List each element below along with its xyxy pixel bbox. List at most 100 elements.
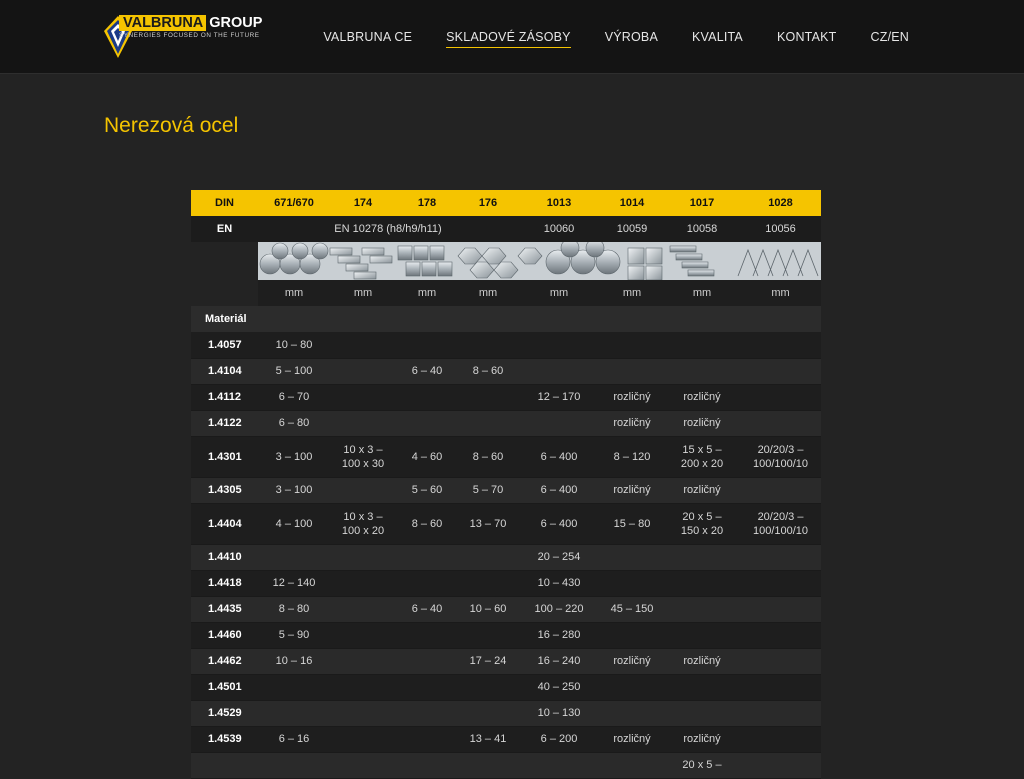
en-value: 10058 bbox=[664, 216, 740, 242]
en-value: 10056 bbox=[740, 216, 821, 242]
table-cell: rozličný bbox=[664, 477, 740, 504]
nav-item-valbruna-ce[interactable]: VALBRUNA CE bbox=[323, 30, 412, 48]
table-cell bbox=[258, 544, 330, 571]
table-cell bbox=[458, 700, 518, 727]
table-cell bbox=[396, 700, 458, 727]
stock-table: DIN 671/670 174 178 176 1013 1014 1017 1028 EN … bbox=[191, 190, 821, 779]
table-cell: 10 – 130 bbox=[518, 700, 600, 727]
din-column-header: 671/670 bbox=[258, 190, 330, 216]
table-cell bbox=[458, 384, 518, 411]
table-cell: 13 – 41 bbox=[458, 726, 518, 753]
material-grade: 1.4501 bbox=[191, 674, 258, 701]
table-cell: 20/20/3 – 100/100/10 bbox=[740, 503, 821, 545]
table-cell bbox=[330, 570, 396, 597]
table-cell bbox=[330, 674, 396, 701]
en-label: EN bbox=[191, 216, 258, 242]
material-grade bbox=[191, 752, 258, 779]
table-cell: 6 – 400 bbox=[518, 503, 600, 545]
nav-item-cz-en[interactable]: CZ/EN bbox=[871, 30, 910, 48]
nav-item-kvalita[interactable]: KVALITA bbox=[692, 30, 743, 48]
table-cell: rozličný bbox=[664, 410, 740, 437]
table-cell bbox=[600, 752, 664, 779]
din-column-header: 1017 bbox=[664, 190, 740, 216]
valbruna-logo[interactable]: VALBRUNA GROUP SYNERGIES FOCUSED ON THE F… bbox=[103, 14, 273, 60]
table-cell bbox=[664, 622, 740, 649]
din-column-header: 174 bbox=[330, 190, 396, 216]
table-cell bbox=[396, 674, 458, 701]
table-cell: 20/20/3 – 100/100/10 bbox=[740, 436, 821, 478]
unit-cell: mm bbox=[600, 280, 664, 306]
din-column-header: 1013 bbox=[518, 190, 600, 216]
table-cell: 6 – 40 bbox=[396, 358, 458, 385]
table-cell: 3 – 100 bbox=[258, 477, 330, 504]
table-cell bbox=[740, 410, 821, 437]
table-cell bbox=[396, 726, 458, 753]
table-cell bbox=[330, 410, 396, 437]
table-cell bbox=[458, 332, 518, 359]
table-cell: 12 – 170 bbox=[518, 384, 600, 411]
table-cell bbox=[600, 622, 664, 649]
table-cell bbox=[396, 332, 458, 359]
table-row: 1.4057 10 – 80 bbox=[191, 332, 821, 359]
table-cell bbox=[600, 674, 664, 701]
nav-item-skladov-z-soby[interactable]: SKLADOVÉ ZÁSOBY bbox=[446, 30, 571, 48]
unit-cell: mm bbox=[330, 280, 396, 306]
site-header: VALBRUNA GROUP SYNERGIES FOCUSED ON THE F… bbox=[0, 0, 1024, 74]
table-cell bbox=[740, 570, 821, 597]
table-cell: 8 – 60 bbox=[396, 503, 458, 545]
table-row: 1.4460 5 – 90 16 – 280 bbox=[191, 622, 821, 649]
table-cell bbox=[330, 384, 396, 411]
table-row: 1.4410 20 – 254 bbox=[191, 544, 821, 571]
table-cell: 17 – 24 bbox=[458, 648, 518, 675]
table-cell: 10 – 60 bbox=[458, 596, 518, 623]
table-row: 1.4122 6 – 80 rozličný rozličný bbox=[191, 410, 821, 437]
table-cell: 8 – 60 bbox=[458, 436, 518, 478]
en-norm: EN 10278 (h8/h9/h11) bbox=[258, 216, 518, 242]
table-cell bbox=[600, 544, 664, 571]
table-cell: 8 – 80 bbox=[258, 596, 330, 623]
table-cell bbox=[740, 700, 821, 727]
nav-item-kontakt[interactable]: KONTAKT bbox=[777, 30, 837, 48]
table-cell bbox=[330, 648, 396, 675]
table-cell bbox=[740, 384, 821, 411]
table-cell bbox=[740, 622, 821, 649]
table-cell: 5 – 70 bbox=[458, 477, 518, 504]
page-title: Nerezová ocel bbox=[104, 114, 239, 137]
nav-item-v-roba[interactable]: VÝROBA bbox=[605, 30, 658, 48]
table-cell bbox=[458, 674, 518, 701]
table-row: 1.4404 4 – 100 10 x 3 – 100 x 20 8 – 60 13 –… bbox=[191, 503, 821, 545]
unit-cell: mm bbox=[518, 280, 600, 306]
table-cell bbox=[258, 700, 330, 727]
table-cell: 8 – 120 bbox=[600, 436, 664, 478]
table-cell bbox=[330, 332, 396, 359]
table-cell bbox=[458, 544, 518, 571]
din-column-header: 178 bbox=[396, 190, 458, 216]
table-cell: rozličný bbox=[664, 726, 740, 753]
din-column-header: 176 bbox=[458, 190, 518, 216]
table-row: 1.4301 3 – 100 10 x 3 – 100 x 30 4 – 60 8 – … bbox=[191, 436, 821, 478]
table-cell bbox=[518, 752, 600, 779]
din-column-header: 1014 bbox=[600, 190, 664, 216]
table-cell: 6 – 400 bbox=[518, 477, 600, 504]
product-photo-strip bbox=[258, 242, 821, 280]
image-row-label bbox=[191, 242, 258, 280]
table-row: 1.4539 6 – 16 13 – 41 6 – 200 rozličný rozlič… bbox=[191, 726, 821, 753]
table-cell bbox=[664, 596, 740, 623]
table-cell bbox=[330, 358, 396, 385]
table-cell bbox=[458, 410, 518, 437]
material-label: Materiál bbox=[191, 306, 258, 332]
table-cell: 6 – 16 bbox=[258, 726, 330, 753]
material-grade: 1.4104 bbox=[191, 358, 258, 385]
table-cell: 10 – 430 bbox=[518, 570, 600, 597]
material-grade: 1.4305 bbox=[191, 477, 258, 504]
material-grade: 1.4529 bbox=[191, 700, 258, 727]
table-cell bbox=[258, 752, 330, 779]
table-cell bbox=[740, 358, 821, 385]
table-cell bbox=[330, 726, 396, 753]
table-cell bbox=[396, 410, 458, 437]
table-row: 1.4435 8 – 80 6 – 40 10 – 60 100 – 220 45 – 1… bbox=[191, 596, 821, 623]
logo-brand-main: VALBRUNA bbox=[119, 15, 207, 31]
table-cell bbox=[330, 596, 396, 623]
material-grade: 1.4057 bbox=[191, 332, 258, 359]
table-row: 1.4112 6 – 70 12 – 170 rozličný rozličný bbox=[191, 384, 821, 411]
